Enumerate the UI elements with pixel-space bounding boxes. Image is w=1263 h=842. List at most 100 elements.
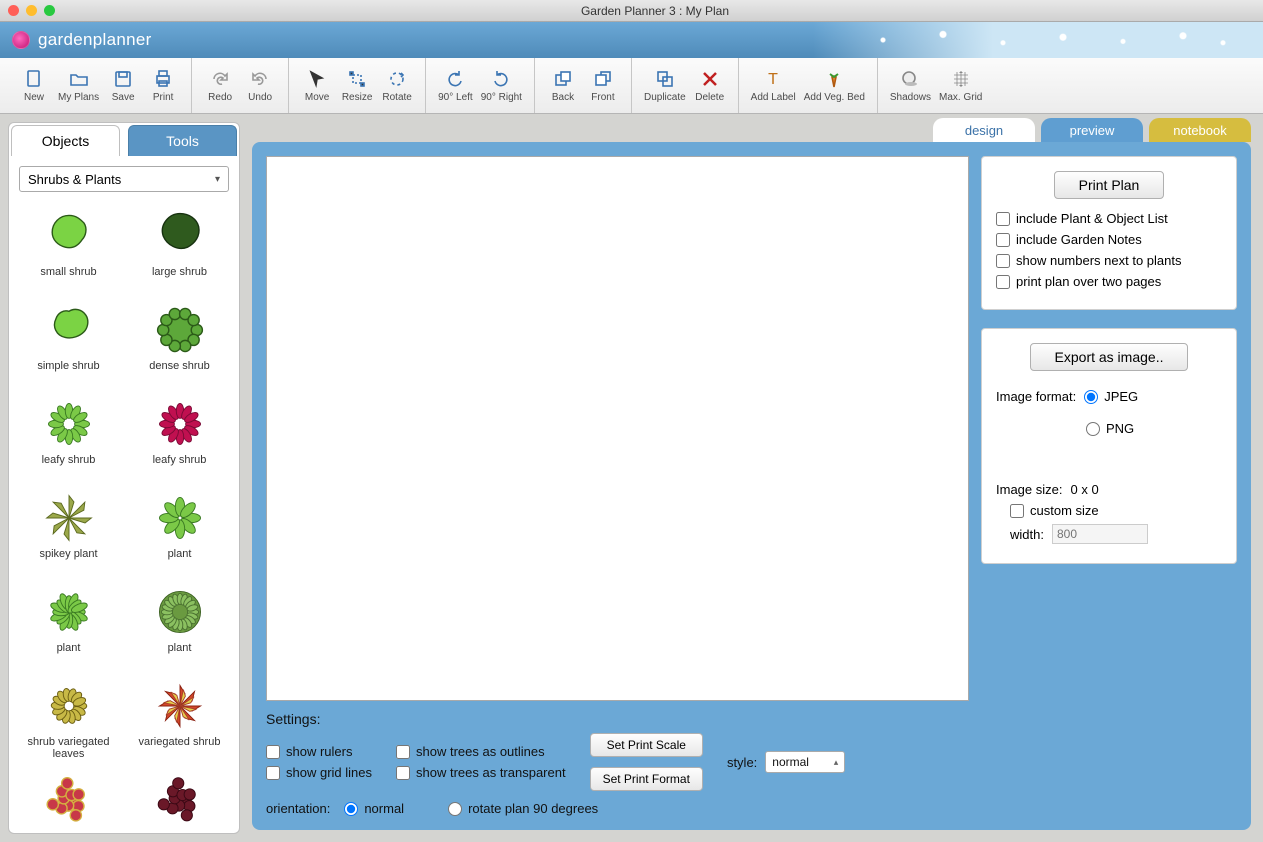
vegetable-icon — [823, 68, 845, 90]
bring-front-icon — [592, 68, 614, 90]
plant-icon — [152, 490, 208, 546]
toolbar: New My Plans Save Print Redo Undo Move R… — [0, 58, 1263, 114]
plant-icon — [152, 396, 208, 452]
palette-item[interactable] — [13, 768, 124, 833]
object-palette[interactable]: small shrublarge shrubsimple shrub dense … — [9, 198, 239, 833]
close-icon[interactable] — [8, 5, 19, 16]
undo-button[interactable]: Undo — [240, 66, 280, 105]
undo-icon — [249, 68, 271, 90]
radio-orient-normal[interactable]: normal — [344, 801, 404, 816]
move-cursor-icon — [306, 68, 328, 90]
chk-show-rulers[interactable]: show rulers — [266, 744, 372, 759]
radio-png[interactable]: PNG — [1086, 421, 1134, 436]
palette-label: leafy shrub — [153, 454, 207, 478]
palette-label: variegated shrub — [139, 736, 221, 760]
chk-show-numbers[interactable]: show numbers next to plants — [996, 253, 1222, 268]
chk-custom-size[interactable]: custom size — [1010, 503, 1222, 518]
delete-button[interactable]: Delete — [690, 66, 730, 105]
style-select[interactable]: normal — [765, 751, 845, 773]
palette-item[interactable]: spikey plant — [13, 486, 124, 576]
palette-item[interactable]: leafy shrub — [124, 392, 235, 482]
chk-include-notes[interactable]: include Garden Notes — [996, 232, 1222, 247]
plant-icon — [152, 208, 208, 264]
width-input[interactable] — [1052, 524, 1148, 544]
rotate-left-button[interactable]: 90° Left — [434, 66, 477, 105]
palette-item[interactable]: variegated shrub — [124, 674, 235, 764]
palette-item[interactable]: simple shrub — [13, 298, 124, 388]
category-value: Shrubs & Plants — [28, 172, 121, 187]
resize-button[interactable]: Resize — [337, 66, 377, 105]
new-button[interactable]: New — [14, 66, 54, 105]
palette-label: shrub variegated leaves — [17, 736, 120, 760]
rotate-right-button[interactable]: 90° Right — [477, 66, 526, 105]
palette-item[interactable]: plant — [13, 580, 124, 670]
palette-item[interactable]: plant — [124, 486, 235, 576]
palette-item[interactable]: large shrub — [124, 204, 235, 294]
style-label: style: — [727, 755, 757, 770]
bring-front-button[interactable]: Front — [583, 66, 623, 105]
save-button[interactable]: Save — [103, 66, 143, 105]
palette-item[interactable]: leafy shrub — [13, 392, 124, 482]
chk-two-pages[interactable]: print plan over two pages — [996, 274, 1222, 289]
folder-icon — [68, 68, 90, 90]
plant-icon — [152, 302, 208, 358]
my-plans-button[interactable]: My Plans — [54, 66, 103, 105]
grid-icon — [950, 68, 972, 90]
window-controls — [8, 5, 55, 16]
zoom-icon[interactable] — [44, 5, 55, 16]
category-dropdown[interactable]: Shrubs & Plants — [19, 166, 229, 192]
print-settings: Settings: show rulers show grid lines sh… — [266, 711, 969, 816]
add-veg-bed-button[interactable]: Add Veg. Bed — [800, 66, 869, 105]
palette-item[interactable] — [124, 768, 235, 833]
duplicate-button[interactable]: Duplicate — [640, 66, 690, 105]
palette-label: plant — [168, 642, 192, 666]
shadows-button[interactable]: Shadows — [886, 66, 935, 105]
header-decoration — [813, 22, 1263, 58]
palette-item[interactable]: dense shrub — [124, 298, 235, 388]
redo-button[interactable]: Redo — [200, 66, 240, 105]
export-image-button[interactable]: Export as image.. — [1030, 343, 1189, 371]
radio-jpeg[interactable]: JPEG — [1084, 389, 1138, 404]
palette-item[interactable]: small shrub — [13, 204, 124, 294]
tab-objects[interactable]: Objects — [11, 125, 120, 156]
palette-label: spikey plant — [39, 548, 97, 572]
palette-item[interactable]: shrub variegated leaves — [13, 674, 124, 764]
radio-orient-rot90[interactable]: rotate plan 90 degrees — [448, 801, 598, 816]
print-button[interactable]: Print — [143, 66, 183, 105]
minimize-icon[interactable] — [26, 5, 37, 16]
max-grid-button[interactable]: Max. Grid — [935, 66, 986, 105]
palette-label: plant — [168, 548, 192, 572]
orientation-label: orientation: — [266, 801, 330, 816]
print-card: Print Plan include Plant & Object List i… — [981, 156, 1237, 310]
add-label-button[interactable]: TAdd Label — [747, 66, 800, 105]
tab-preview[interactable]: preview — [1041, 118, 1143, 142]
plant-icon — [152, 772, 208, 828]
palette-label: dense shrub — [149, 360, 210, 384]
left-panel: Objects Tools Shrubs & Plants small shru… — [0, 114, 248, 842]
rotate-button[interactable]: Rotate — [377, 66, 417, 105]
chk-show-grid[interactable]: show grid lines — [266, 765, 372, 780]
save-icon — [112, 68, 134, 90]
delete-icon — [699, 68, 721, 90]
send-back-button[interactable]: Back — [543, 66, 583, 105]
set-print-scale-button[interactable]: Set Print Scale — [590, 733, 703, 757]
palette-label: leafy shrub — [42, 454, 96, 478]
view-tabs: design preview notebook — [248, 114, 1263, 142]
plant-icon — [41, 772, 97, 828]
new-doc-icon — [23, 68, 45, 90]
window-title: Garden Planner 3 : My Plan — [55, 4, 1255, 18]
tab-tools[interactable]: Tools — [128, 125, 237, 156]
print-plan-button[interactable]: Print Plan — [1054, 171, 1165, 199]
chk-trees-outlines[interactable]: show trees as outlines — [396, 744, 566, 759]
set-print-format-button[interactable]: Set Print Format — [590, 767, 703, 791]
rotate-left-icon — [444, 68, 466, 90]
chk-trees-transparent[interactable]: show trees as transparent — [396, 765, 566, 780]
tab-notebook[interactable]: notebook — [1149, 118, 1251, 142]
palette-item[interactable]: plant — [124, 580, 235, 670]
preview-canvas[interactable] — [266, 156, 969, 701]
redo-icon — [209, 68, 231, 90]
plant-icon — [41, 678, 97, 734]
move-button[interactable]: Move — [297, 66, 337, 105]
chk-include-plantlist[interactable]: include Plant & Object List — [996, 211, 1222, 226]
tab-design[interactable]: design — [933, 118, 1035, 142]
